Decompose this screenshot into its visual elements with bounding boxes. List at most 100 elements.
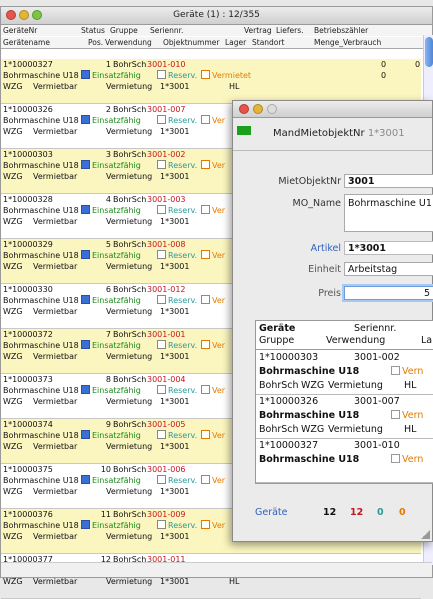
artikel-field[interactable]: 1*3001: [344, 241, 433, 255]
checkbox-checked-icon[interactable]: [81, 205, 90, 214]
status-vermietet[interactable]: Ver: [201, 295, 225, 306]
col-header[interactable]: GeräteNr: [3, 25, 37, 36]
col-header[interactable]: Pos.: [88, 37, 103, 48]
checkbox-icon[interactable]: [201, 385, 210, 394]
sub-col-header[interactable]: Geräte: [259, 323, 295, 334]
sub-vermietet[interactable]: Vern: [391, 410, 423, 421]
checkbox-icon[interactable]: [201, 115, 210, 124]
col-header[interactable]: Seriennr.: [150, 25, 183, 36]
sub-col-header[interactable]: Seriennr.: [354, 323, 396, 334]
checkbox-checked-icon[interactable]: [81, 295, 90, 304]
col-header[interactable]: Objektnummer: [163, 37, 219, 48]
status-vermietet[interactable]: Vermietet: [201, 70, 251, 81]
checkbox-icon[interactable]: [157, 205, 166, 214]
status-reserviert[interactable]: Reserv.: [157, 250, 197, 261]
status-reserviert[interactable]: Reserv.: [157, 385, 197, 396]
checkbox-icon[interactable]: [201, 250, 210, 259]
close-icon[interactable]: [239, 104, 249, 114]
checkbox-checked-icon[interactable]: [81, 520, 90, 529]
zoom-icon[interactable]: [267, 104, 277, 114]
checkbox-checked-icon[interactable]: [81, 475, 90, 484]
checkbox-icon[interactable]: [201, 205, 210, 214]
col-header[interactable]: Gerätename: [3, 37, 50, 48]
status-einsatzfaehig[interactable]: Einsatzfähig: [81, 250, 141, 261]
checkbox-icon[interactable]: [201, 340, 210, 349]
col-header[interactable]: Verwendung: [105, 37, 152, 48]
preis-field[interactable]: 5: [344, 286, 433, 300]
mo-name-field[interactable]: Bohrmaschine U1: [344, 194, 433, 232]
checkbox-checked-icon[interactable]: [81, 250, 90, 259]
table-row[interactable]: 1*10000327 1 BohrSch 3001-010 0 0 Bohrmaschine…: [1, 59, 421, 104]
status-reserviert[interactable]: Reserv.: [157, 520, 197, 531]
status-reserviert[interactable]: Reserv.: [157, 205, 197, 216]
checkbox-icon[interactable]: [201, 475, 210, 484]
status-einsatzfaehig[interactable]: Einsatzfähig: [81, 475, 141, 486]
status-einsatzfaehig[interactable]: Einsatzfähig: [81, 340, 141, 351]
checkbox-icon[interactable]: [201, 430, 210, 439]
status-vermietet[interactable]: Ver: [201, 205, 225, 216]
status-vermietet[interactable]: Ver: [201, 385, 225, 396]
checkbox-icon[interactable]: [157, 295, 166, 304]
status-vermietet[interactable]: Ver: [201, 475, 225, 486]
checkbox-icon[interactable]: [157, 250, 166, 259]
checkbox-checked-icon[interactable]: [81, 385, 90, 394]
mietobjektnr-field[interactable]: 3001: [344, 174, 433, 188]
status-reserviert[interactable]: Reserv.: [157, 475, 197, 486]
col-header[interactable]: Vertrag: [244, 25, 272, 36]
status-einsatzfaehig[interactable]: Einsatzfähig: [81, 430, 141, 441]
checkbox-checked-icon[interactable]: [81, 160, 90, 169]
status-vermietet[interactable]: Ver: [201, 340, 225, 351]
col-header[interactable]: Betriebszähler: [314, 25, 368, 36]
checkbox-icon[interactable]: [201, 160, 210, 169]
checkbox-icon[interactable]: [201, 295, 210, 304]
sub-col-header[interactable]: Gruppe: [259, 335, 294, 346]
artikel-link[interactable]: Artikel: [233, 243, 341, 254]
status-vermietet[interactable]: Ver: [201, 250, 225, 261]
status-einsatzfaehig[interactable]: Einsatzfähig: [81, 385, 141, 396]
checkbox-checked-icon[interactable]: [81, 70, 90, 79]
checkbox-checked-icon[interactable]: [81, 430, 90, 439]
col-header[interactable]: Status: [81, 25, 105, 36]
checkbox-icon[interactable]: [157, 340, 166, 349]
main-titlebar[interactable]: Geräte (1) : 12/355: [1, 7, 432, 25]
checkbox-icon[interactable]: [157, 475, 166, 484]
checkbox-icon[interactable]: [157, 520, 166, 529]
status-einsatzfaehig[interactable]: Einsatzfähig: [81, 520, 141, 531]
col-header[interactable]: Standort: [252, 37, 284, 48]
status-reserviert[interactable]: Reserv.: [157, 70, 197, 81]
status-reserviert[interactable]: Reserv.: [157, 295, 197, 306]
checkbox-icon[interactable]: [391, 410, 400, 419]
checkbox-checked-icon[interactable]: [81, 340, 90, 349]
status-vermietet[interactable]: Ver: [201, 115, 225, 126]
sub-vermietet[interactable]: Vern: [391, 454, 423, 465]
status-vermietet[interactable]: Ver: [201, 160, 225, 171]
scroll-thumb[interactable]: [425, 37, 433, 67]
col-header[interactable]: Lager: [225, 37, 246, 48]
checkbox-icon[interactable]: [391, 366, 400, 375]
checkbox-icon[interactable]: [157, 115, 166, 124]
resize-grip-icon[interactable]: [421, 530, 430, 539]
checkbox-icon[interactable]: [391, 454, 400, 463]
minimize-icon[interactable]: [253, 104, 263, 114]
sub-col-header[interactable]: Verwendung: [326, 335, 385, 346]
geraete-summary-link[interactable]: Geräte: [255, 507, 288, 518]
checkbox-icon[interactable]: [157, 70, 166, 79]
col-header[interactable]: Gruppe: [110, 25, 138, 36]
detail-titlebar[interactable]: [233, 101, 432, 118]
checkbox-checked-icon[interactable]: [81, 115, 90, 124]
subtable-row[interactable]: 1*10000327 3001-010 Bohrmaschine U18 Vern: [256, 438, 433, 483]
subtable-row[interactable]: 1*10000303 3001-002 Bohrmaschine U18 Vern Bo…: [256, 350, 433, 395]
checkbox-icon[interactable]: [157, 430, 166, 439]
status-einsatzfaehig[interactable]: Einsatzfähig: [81, 205, 141, 216]
sub-col-header[interactable]: La: [421, 335, 432, 346]
checkbox-icon[interactable]: [157, 160, 166, 169]
status-vermietet[interactable]: Ver: [201, 520, 225, 531]
col-header[interactable]: Liefers.: [276, 25, 304, 36]
status-einsatzfaehig[interactable]: Einsatzfähig: [81, 70, 141, 81]
checkbox-icon[interactable]: [201, 70, 210, 79]
subtable-row[interactable]: 1*10000326 3001-007 Bohrmaschine U18 Vern Bo…: [256, 394, 433, 439]
status-vermietet[interactable]: Ver: [201, 430, 225, 441]
checkbox-icon[interactable]: [201, 520, 210, 529]
status-reserviert[interactable]: Reserv.: [157, 115, 197, 126]
status-einsatzfaehig[interactable]: Einsatzfähig: [81, 115, 141, 126]
